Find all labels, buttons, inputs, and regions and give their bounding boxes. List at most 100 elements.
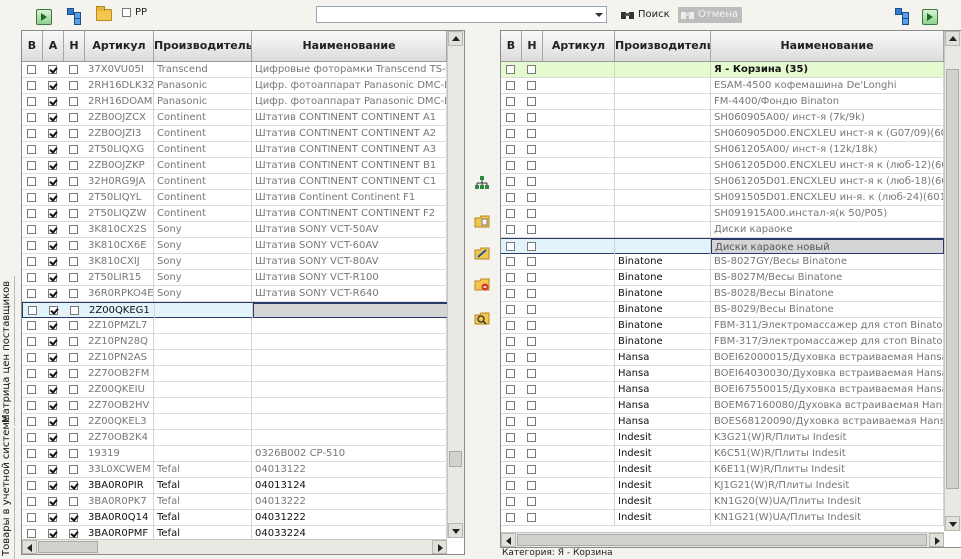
row-checkbox[interactable]: [527, 321, 536, 330]
row-checkbox[interactable]: [27, 529, 36, 538]
table-row[interactable]: FM-4400/Фондю Binaton: [501, 94, 944, 110]
col-header-name[interactable]: Наименование: [252, 31, 447, 61]
scroll-thumb[interactable]: [946, 69, 959, 489]
open-folder-icon[interactable]: [96, 6, 112, 21]
table-row[interactable]: 2Z70OB2HV: [22, 398, 447, 414]
row-checkbox[interactable]: [27, 337, 36, 346]
tab-supplier-price-matrix[interactable]: Матрица цен поставщиков: [0, 276, 15, 426]
search-button[interactable]: Поиск: [618, 7, 673, 23]
table-row[interactable]: Я - Корзина (35): [501, 62, 944, 78]
row-checkbox[interactable]: [527, 449, 536, 458]
tab-accounting-goods[interactable]: Товары в учетной системе: [0, 416, 15, 559]
row-checkbox[interactable]: [527, 433, 536, 442]
edit-folder-icon[interactable]: [474, 245, 490, 261]
row-checkbox[interactable]: [506, 369, 515, 378]
row-checkbox[interactable]: [27, 225, 36, 234]
row-checkbox[interactable]: [27, 193, 36, 202]
row-checkbox[interactable]: [48, 513, 57, 522]
row-checkbox[interactable]: [48, 289, 57, 298]
add-to-folder-icon[interactable]: [474, 213, 490, 229]
chevron-down-icon[interactable]: [592, 8, 605, 21]
row-checkbox[interactable]: [527, 113, 536, 122]
table-row[interactable]: 33L0XCWEM Tefal 04013122: [22, 462, 447, 478]
table-row[interactable]: Binatone FBM-311/Электромассажер для стоп…: [501, 318, 944, 334]
row-checkbox[interactable]: [48, 81, 57, 90]
table-row[interactable]: SH060905A00/ инст-я (7k/9k): [501, 110, 944, 126]
row-checkbox[interactable]: [48, 369, 57, 378]
table-row[interactable]: SH061205D01.ENCXLEU инст-я к (люб-18)(60…: [501, 174, 944, 190]
row-checkbox[interactable]: [27, 273, 36, 282]
row-checkbox[interactable]: [69, 417, 78, 426]
scroll-right-icon[interactable]: [432, 540, 447, 554]
row-checkbox[interactable]: [69, 369, 78, 378]
row-checkbox[interactable]: [69, 193, 78, 202]
row-checkbox[interactable]: [69, 161, 78, 170]
table-row[interactable]: 19319 0326B002 CP-510: [22, 446, 447, 462]
table-row[interactable]: 3K810CX6E Sony Штатив SONY VCT-60AV: [22, 238, 447, 254]
row-checkbox[interactable]: [69, 465, 78, 474]
row-checkbox[interactable]: [506, 129, 515, 138]
row-checkbox[interactable]: [527, 242, 536, 251]
row-checkbox[interactable]: [27, 465, 36, 474]
left-vertical-scrollbar[interactable]: [447, 31, 464, 538]
row-checkbox[interactable]: [27, 321, 36, 330]
row-checkbox[interactable]: [48, 337, 57, 346]
row-checkbox[interactable]: [506, 321, 515, 330]
table-row[interactable]: SH060905D00.ENCXLEU инст-я к (G07/09)(60…: [501, 126, 944, 142]
row-checkbox[interactable]: [27, 129, 36, 138]
row-checkbox[interactable]: [506, 97, 515, 106]
row-checkbox[interactable]: [27, 81, 36, 90]
row-checkbox[interactable]: [48, 225, 57, 234]
row-checkbox[interactable]: [27, 97, 36, 106]
row-checkbox[interactable]: [506, 353, 515, 362]
row-checkbox[interactable]: [27, 433, 36, 442]
row-checkbox[interactable]: [27, 497, 36, 506]
row-checkbox[interactable]: [527, 497, 536, 506]
cancel-button[interactable]: Отмена: [678, 7, 742, 23]
table-row[interactable]: Binatone BS-8028/Весы Binatone: [501, 286, 944, 302]
row-checkbox[interactable]: [49, 306, 58, 315]
table-row[interactable]: 2ZB0OJZI3 Continent Штатив CONTINENT CONTI…: [22, 126, 447, 142]
col-header-a[interactable]: А: [43, 31, 64, 61]
row-checkbox[interactable]: [27, 449, 36, 458]
row-checkbox[interactable]: [527, 305, 536, 314]
col-header-v[interactable]: В: [501, 31, 522, 61]
row-checkbox[interactable]: [27, 113, 36, 122]
row-checkbox[interactable]: [48, 257, 57, 266]
table-row[interactable]: 2T50LIQYL Continent Штатив Continent Conti…: [22, 190, 447, 206]
row-checkbox[interactable]: [527, 385, 536, 394]
table-row[interactable]: ESAM-4500 кофемашина De'Longhi: [501, 78, 944, 94]
row-checkbox[interactable]: [506, 497, 515, 506]
row-checkbox[interactable]: [48, 97, 57, 106]
left-horizontal-scrollbar[interactable]: [22, 539, 447, 554]
row-checkbox[interactable]: [69, 401, 78, 410]
hierarchy-icon[interactable]: [474, 175, 490, 191]
row-checkbox[interactable]: [48, 65, 57, 74]
table-row[interactable]: 3BA0R0PIR Tefal 04013124: [22, 478, 447, 494]
row-checkbox[interactable]: [506, 513, 515, 522]
export-icon[interactable]: [922, 9, 938, 25]
col-header-n[interactable]: Н: [522, 31, 543, 61]
row-checkbox[interactable]: [69, 385, 78, 394]
row-checkbox[interactable]: [27, 513, 36, 522]
table-row[interactable]: 2RH16DOAM5 Panasonic Цифр. фотоаппарат Pan…: [22, 94, 447, 110]
table-row[interactable]: SH061205A00/ инст-я (12k/18k): [501, 142, 944, 158]
table-row[interactable]: Indesit KJ1G21(W)R/Плиты Indesit: [501, 478, 944, 494]
row-checkbox[interactable]: [69, 353, 78, 362]
row-checkbox[interactable]: [48, 449, 57, 458]
row-checkbox[interactable]: [48, 465, 57, 474]
table-row[interactable]: Hansa BOEI67550015/Духовка встраиваемая H…: [501, 382, 944, 398]
row-checkbox[interactable]: [527, 209, 536, 218]
row-checkbox[interactable]: [48, 161, 57, 170]
row-checkbox[interactable]: [69, 513, 78, 522]
row-checkbox[interactable]: [48, 497, 57, 506]
row-checkbox[interactable]: [69, 209, 78, 218]
table-row[interactable]: 2Z10PN2AS: [22, 350, 447, 366]
table-row[interactable]: Binatone BS-8029/Весы Binatone: [501, 302, 944, 318]
row-checkbox[interactable]: [69, 529, 78, 538]
row-checkbox[interactable]: [527, 273, 536, 282]
row-checkbox[interactable]: [69, 289, 78, 298]
row-checkbox[interactable]: [27, 417, 36, 426]
row-checkbox[interactable]: [69, 177, 78, 186]
table-row[interactable]: Hansa BOEM67160080/Духовка встраиваемая H…: [501, 398, 944, 414]
